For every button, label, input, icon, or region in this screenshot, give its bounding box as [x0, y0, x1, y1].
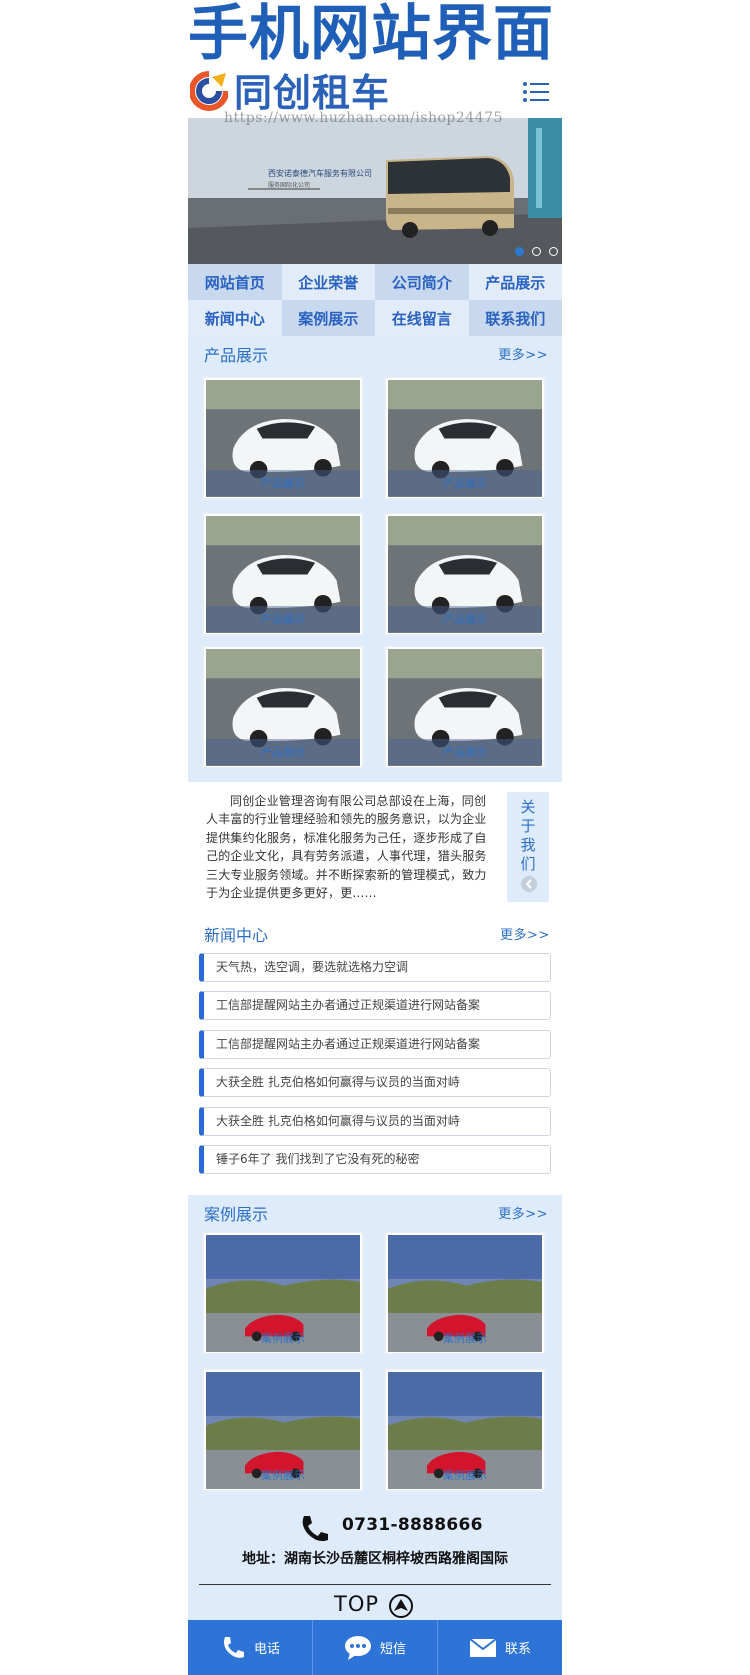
- product-card[interactable]: 产品展示: [384, 645, 546, 769]
- banner-company-sub: 服务国际化公司: [268, 182, 311, 189]
- nav-item-honors[interactable]: 企业荣誉: [281, 264, 375, 300]
- mail-icon: [469, 1637, 497, 1657]
- more-link[interactable]: 更多>>: [498, 344, 548, 363]
- section-title: 案例展示: [204, 1205, 269, 1224]
- case-card[interactable]: 案例展示: [384, 1368, 546, 1492]
- product-card[interactable]: 产品展示: [202, 645, 364, 769]
- case-card[interactable]: 案例展示: [202, 1231, 364, 1355]
- menu-icon[interactable]: [522, 80, 550, 104]
- slider-dot[interactable]: [549, 247, 558, 256]
- card-caption: 产品展示: [388, 470, 542, 496]
- page-title: 手机网站界面: [188, 0, 554, 68]
- product-card[interactable]: 产品展示: [202, 512, 364, 636]
- news-item[interactable]: 大获全胜 扎克伯格如何赢得与议员的当面对峙: [199, 1107, 551, 1136]
- chevron-left-icon[interactable]: [521, 876, 537, 892]
- card-caption: 案例展示: [443, 1469, 487, 1482]
- phone-icon: [223, 1636, 244, 1658]
- nav-item-contact[interactable]: 联系我们: [468, 300, 562, 336]
- slider-dot[interactable]: [532, 247, 541, 256]
- more-link[interactable]: 更多>>: [498, 1203, 548, 1222]
- product-card[interactable]: 产品展示: [202, 376, 364, 500]
- card-caption: 案例展示: [261, 1332, 305, 1345]
- card-caption: 案例展示: [261, 1469, 305, 1482]
- news-item[interactable]: 天气热，选空调，要选就选格力空调: [199, 953, 551, 982]
- news-item[interactable]: 工信部提醒网站主办者通过正规渠道进行网站备案: [199, 1030, 551, 1059]
- nav-item-cases[interactable]: 案例展示: [281, 300, 375, 336]
- call-label: 电话: [253, 1642, 280, 1657]
- sms-label: 短信: [379, 1642, 406, 1657]
- card-caption: 产品展示: [206, 606, 360, 632]
- nav-item-home[interactable]: 网站首页: [188, 264, 282, 300]
- news-item[interactable]: 工信部提醒网站主办者通过正规渠道进行网站备案: [199, 991, 551, 1020]
- banner-slider[interactable]: 西安诺泰德汽车服务有限公司 服务国际化公司: [188, 118, 562, 264]
- more-link[interactable]: 更多>>: [500, 924, 550, 943]
- about-tab-label: 关于我们: [520, 798, 536, 873]
- bottom-action-bar: 电话 短信 联系: [188, 1620, 562, 1675]
- card-caption: 产品展示: [388, 606, 542, 632]
- call-button[interactable]: 电话: [188, 1620, 313, 1675]
- contact-label: 联系: [504, 1642, 531, 1657]
- banner-image: [188, 118, 562, 264]
- banner-company: 西安诺泰德汽车服务有限公司: [268, 169, 372, 178]
- news-item[interactable]: 大获全胜 扎克伯格如何赢得与议员的当面对峙: [199, 1068, 551, 1097]
- card-caption: 产品展示: [206, 739, 360, 765]
- nav-item-news[interactable]: 新闻中心: [188, 300, 282, 336]
- about-summary: 同创企业管理咨询有限公司总部设在上海，同创人丰富的行业管理经验和领先的服务意识，…: [206, 794, 487, 901]
- card-caption: 产品展示: [388, 739, 542, 765]
- back-to-top-label[interactable]: TOP: [334, 1592, 379, 1616]
- section-title: 新闻中心: [204, 926, 269, 945]
- about-tab[interactable]: 关于我们: [507, 792, 549, 902]
- case-card[interactable]: 案例展示: [384, 1231, 546, 1355]
- nav-item-message[interactable]: 在线留言: [375, 300, 469, 336]
- chat-bubble-icon: [344, 1635, 371, 1660]
- phone-icon: [302, 1516, 328, 1542]
- phone-row[interactable]: 0731-8888666: [188, 1512, 562, 1546]
- address: 地址：湖南长沙岳麓区桐梓坡西路雅阁国际: [242, 1551, 508, 1567]
- slider-dots: [515, 247, 558, 256]
- contact-button[interactable]: 联系: [438, 1620, 562, 1675]
- nav-item-products[interactable]: 产品展示: [468, 264, 562, 300]
- slider-dot[interactable]: [515, 247, 524, 256]
- product-card[interactable]: 产品展示: [384, 512, 546, 636]
- section-title: 产品展示: [204, 346, 269, 365]
- card-caption: 案例展示: [443, 1332, 487, 1345]
- phone-number[interactable]: 0731-8888666: [342, 1515, 483, 1535]
- case-card[interactable]: 案例展示: [202, 1368, 364, 1492]
- news-item[interactable]: 锤子6年了 我们找到了它没有死的秘密: [199, 1145, 551, 1174]
- sms-button[interactable]: 短信: [313, 1620, 438, 1675]
- nav-item-about[interactable]: 公司简介: [375, 264, 469, 300]
- logo-icon: [190, 71, 228, 111]
- card-caption: 产品展示: [206, 470, 360, 496]
- main-nav: 网站首页 企业荣誉 公司简介 产品展示 新闻中心 案例展示 在线留言 联系我们: [188, 264, 562, 336]
- product-card[interactable]: 产品展示: [384, 376, 546, 500]
- arrow-up-icon[interactable]: [388, 1593, 414, 1619]
- watermark: https://www.huzhan.com/ishop24475: [224, 110, 503, 126]
- divider: [199, 1584, 551, 1585]
